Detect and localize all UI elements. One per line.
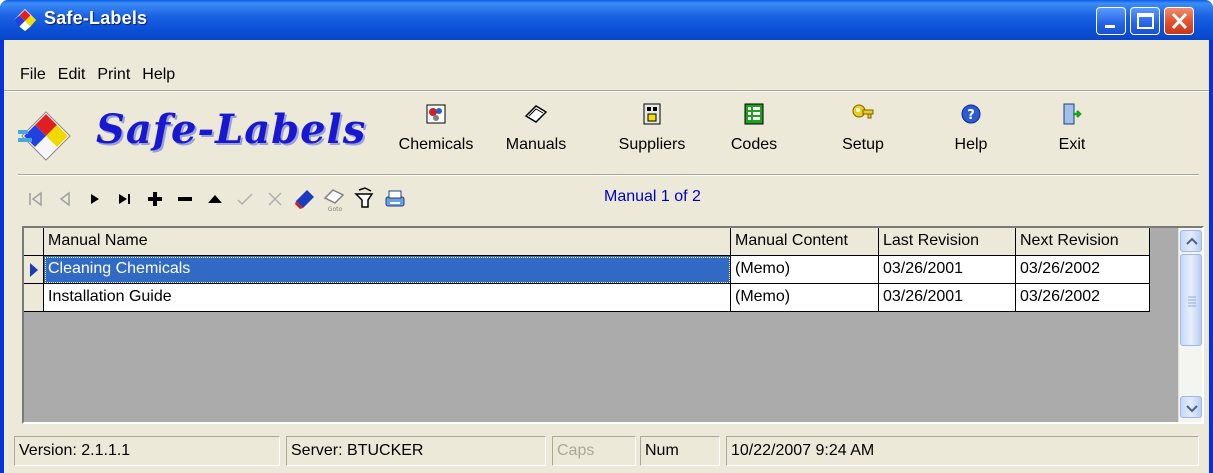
- refresh-icon[interactable]: [292, 186, 318, 212]
- cell-manual-content[interactable]: (Memo): [731, 284, 879, 312]
- filter-icon[interactable]: [352, 186, 378, 212]
- status-datetime: 10/22/2007 9:24 AM: [726, 436, 1199, 466]
- navigator-toolbar: Goto Manual 1 of 2: [18, 176, 1199, 220]
- suppliers-button[interactable]: Suppliers: [602, 100, 702, 166]
- status-version: Version: 2.1.1.1: [14, 436, 280, 466]
- vertical-scrollbar[interactable]: [1178, 228, 1202, 422]
- hazard-diamond-icon: [14, 9, 36, 31]
- app-logo: Safe-Labels: [18, 100, 398, 170]
- cell-next-revision[interactable]: 03/26/2002: [1016, 256, 1150, 284]
- status-server: Server: BTUCKER: [286, 436, 546, 466]
- setup-key-icon: [852, 104, 874, 119]
- last-record-icon[interactable]: [112, 186, 138, 212]
- status-caps: Caps: [552, 436, 636, 466]
- logo-text: Safe-Labels: [96, 106, 367, 153]
- delete-record-icon[interactable]: [172, 186, 198, 212]
- post-edit-icon[interactable]: [232, 186, 258, 212]
- window-title: Safe-Labels: [44, 8, 148, 28]
- row-indicator: [24, 284, 44, 312]
- header-indicator-cell: [24, 228, 44, 256]
- close-icon: [1171, 12, 1188, 30]
- cell-manual-content[interactable]: (Memo): [731, 256, 879, 284]
- menu-help[interactable]: Help: [136, 64, 181, 86]
- manuals-button[interactable]: Manuals: [500, 100, 572, 166]
- current-row-indicator: [24, 256, 44, 284]
- codes-icon: [744, 103, 764, 125]
- prior-record-icon[interactable]: [52, 186, 78, 212]
- grip-icon: [1188, 296, 1196, 307]
- codes-label: Codes: [730, 136, 778, 153]
- cell-next-revision[interactable]: 03/26/2002: [1016, 284, 1150, 312]
- setup-button[interactable]: Setup: [830, 100, 896, 166]
- exit-door-icon: [1063, 103, 1082, 125]
- codes-button[interactable]: Codes: [724, 100, 784, 166]
- help-icon: ?: [961, 104, 981, 124]
- edit-record-icon[interactable]: [202, 186, 228, 212]
- help-label: Help: [954, 136, 988, 153]
- next-record-icon[interactable]: [82, 186, 108, 212]
- chemicals-icon: [426, 104, 446, 124]
- maximize-icon: [1137, 13, 1154, 29]
- column-header-next-revision[interactable]: Next Revision: [1016, 228, 1150, 256]
- app-window: Safe-Labels File Edit Print Help Safe-La…: [0, 0, 1213, 473]
- menu-bar: File Edit Print Help: [14, 64, 181, 86]
- help-button[interactable]: ? Help: [940, 100, 1002, 166]
- chemicals-label: Chemicals: [398, 136, 474, 153]
- current-row-arrow-icon: [30, 263, 38, 277]
- setup-label: Setup: [842, 136, 884, 153]
- insert-record-icon[interactable]: [142, 186, 168, 212]
- cancel-edit-icon[interactable]: [262, 186, 288, 212]
- svg-text:Goto: Goto: [328, 206, 343, 212]
- chevron-up-icon: [1186, 237, 1198, 245]
- cell-last-revision[interactable]: 03/26/2001: [879, 284, 1016, 312]
- chevron-down-icon: [1186, 405, 1198, 413]
- scroll-down-button[interactable]: [1180, 396, 1202, 418]
- manuals-label: Manuals: [505, 136, 567, 153]
- manuals-grid: Manual Name Manual Content Last Revision…: [22, 226, 1204, 424]
- hazard-diamond-logo-icon: [18, 111, 71, 161]
- maximize-button[interactable]: [1130, 7, 1160, 35]
- scroll-up-button[interactable]: [1180, 230, 1202, 252]
- suppliers-label: Suppliers: [618, 136, 686, 153]
- scroll-thumb[interactable]: [1180, 254, 1202, 346]
- status-bar: Version: 2.1.1.1 Server: BTUCKER Caps Nu…: [4, 432, 1209, 473]
- chemicals-button[interactable]: Chemicals: [396, 100, 476, 166]
- menu-edit[interactable]: Edit: [52, 64, 92, 86]
- exit-label: Exit: [1058, 136, 1086, 153]
- column-header-manual-content[interactable]: Manual Content: [731, 228, 879, 256]
- close-button[interactable]: [1164, 7, 1194, 35]
- menu-file[interactable]: File: [14, 64, 52, 86]
- minimize-icon: [1105, 25, 1115, 28]
- exit-button[interactable]: Exit: [1044, 100, 1100, 166]
- column-header-last-revision[interactable]: Last Revision: [879, 228, 1016, 256]
- svg-text:?: ?: [967, 108, 975, 123]
- cell-last-revision[interactable]: 03/26/2001: [879, 256, 1016, 284]
- cell-manual-name[interactable]: Installation Guide: [44, 284, 731, 312]
- column-header-manual-name[interactable]: Manual Name: [44, 228, 731, 256]
- print-icon[interactable]: [382, 186, 408, 212]
- record-position-text: Manual 1 of 2: [604, 188, 701, 205]
- first-record-icon[interactable]: [22, 186, 48, 212]
- manuals-icon: [524, 105, 548, 123]
- suppliers-icon: [643, 103, 661, 125]
- menu-divider: [4, 90, 1209, 92]
- title-bar[interactable]: Safe-Labels: [0, 0, 1213, 40]
- menu-print[interactable]: Print: [91, 64, 136, 86]
- status-num: Num: [640, 436, 720, 466]
- minimize-button[interactable]: [1096, 7, 1126, 35]
- cell-manual-name[interactable]: Cleaning Chemicals: [44, 256, 731, 284]
- goto-record-icon[interactable]: Goto: [322, 186, 348, 212]
